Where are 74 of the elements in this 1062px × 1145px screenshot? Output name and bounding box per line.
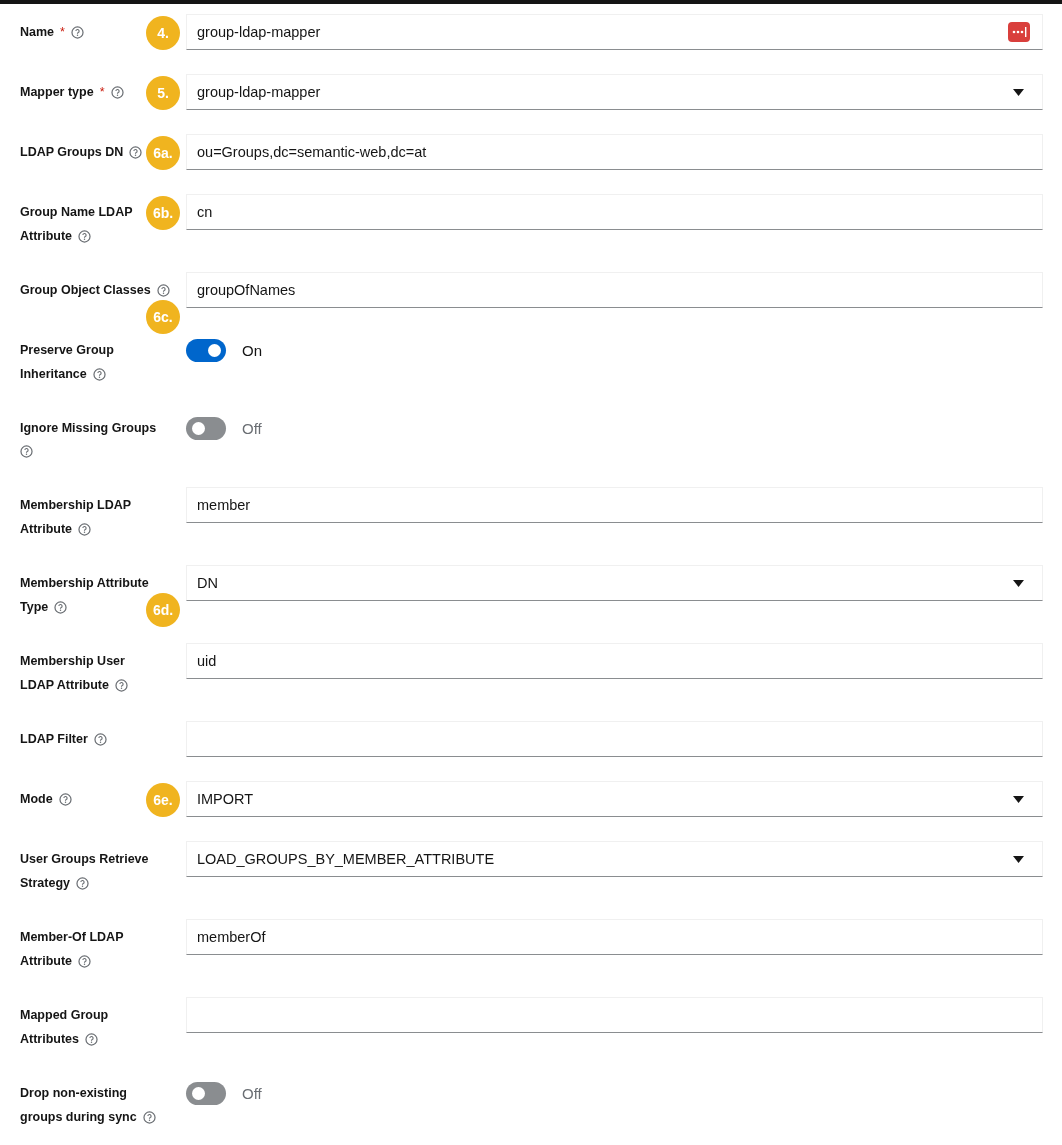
field-label: Mode	[20, 791, 53, 808]
help-icon[interactable]	[78, 522, 92, 536]
toggle-switch[interactable]	[186, 416, 226, 440]
field-label: LDAP Filter	[20, 731, 88, 748]
select-dropdown[interactable]: DN	[186, 565, 1043, 601]
step-badge: 6b.	[146, 196, 180, 230]
text-field[interactable]: group-ldap-mapper	[186, 14, 1043, 50]
select-dropdown[interactable]: group-ldap-mapper	[186, 74, 1043, 110]
required-mark: *	[60, 24, 65, 41]
field-label: User Groups Retrieve	[20, 851, 149, 868]
help-icon[interactable]	[156, 283, 170, 297]
field-label: Type	[20, 599, 49, 616]
field-label: Mapper type	[20, 84, 94, 101]
caret-icon	[1013, 579, 1024, 587]
help-icon[interactable]	[78, 954, 92, 968]
text-field[interactable]: groupOfNames	[186, 272, 1043, 308]
required-mark: *	[99, 84, 105, 101]
help-icon[interactable]	[54, 600, 68, 614]
step-badge: 6d.	[146, 593, 180, 627]
step-badge: 4.	[146, 16, 180, 50]
step-badge: 5.	[146, 76, 180, 110]
field-label: Name	[20, 24, 55, 41]
field-label: LDAP Attribute	[20, 677, 109, 694]
help-icon[interactable]	[110, 85, 124, 99]
caret-icon	[1013, 795, 1024, 803]
field-label: Group Name LDAP	[20, 204, 133, 221]
help-icon[interactable]	[114, 678, 128, 692]
field-label: Attribute	[20, 521, 73, 538]
field-label: Preserve Group	[20, 342, 114, 359]
toggle-state-label: On	[242, 341, 262, 359]
help-icon[interactable]	[142, 1110, 156, 1124]
select-dropdown[interactable]: LOAD_GROUPS_BY_MEMBER_ATTRIBUTE	[186, 841, 1043, 877]
text-field[interactable]: uid	[186, 643, 1043, 679]
text-field[interactable]: cn	[186, 194, 1043, 230]
toggle-switch[interactable]	[186, 1081, 226, 1105]
help-icon[interactable]	[58, 792, 72, 806]
help-icon[interactable]	[93, 732, 107, 746]
field-label: Attributes	[20, 1031, 80, 1048]
field-label: Membership Attribute	[20, 575, 149, 592]
help-icon[interactable]	[20, 445, 33, 458]
help-icon[interactable]	[129, 145, 143, 159]
text-field[interactable]	[186, 997, 1043, 1033]
help-icon[interactable]	[78, 229, 92, 243]
field-label: Attribute	[20, 228, 73, 245]
field-label: Membership User	[20, 653, 125, 670]
help-icon[interactable]	[76, 876, 90, 890]
field-label: Mapped Group	[20, 1007, 109, 1024]
help-icon[interactable]	[92, 367, 106, 381]
toggle-state-label: Off	[242, 1084, 262, 1102]
field-label: Drop non-existing	[20, 1085, 127, 1102]
caret-icon	[1013, 855, 1024, 863]
text-field[interactable]: member	[186, 487, 1043, 523]
toggle-state-label: Off	[242, 419, 262, 437]
field-label: Membership LDAP	[20, 497, 132, 514]
field-label: groups during sync	[20, 1109, 137, 1126]
text-field[interactable]	[186, 721, 1043, 757]
help-icon[interactable]	[70, 25, 84, 39]
field-label: LDAP Groups DN	[20, 144, 124, 161]
select-dropdown[interactable]: IMPORT	[186, 781, 1043, 817]
field-label: Group Object Classes	[20, 282, 151, 299]
field-label: Attribute	[20, 953, 73, 970]
toggle-switch[interactable]	[186, 338, 226, 362]
text-field[interactable]: memberOf	[186, 919, 1043, 955]
step-badge: 6e.	[146, 783, 180, 817]
step-badge: 6a.	[146, 136, 180, 170]
password-manager-icon[interactable]	[1008, 22, 1030, 42]
field-label: Ignore Missing Groups	[20, 420, 157, 437]
field-label: Inheritance	[20, 366, 87, 383]
caret-icon	[1013, 88, 1024, 96]
help-icon[interactable]	[85, 1032, 99, 1046]
text-field[interactable]: ou=Groups,dc=semantic-web,dc=at	[186, 134, 1043, 170]
field-label: Member-Of LDAP	[20, 929, 124, 946]
step-badge: 6c.	[146, 300, 180, 334]
field-label: Strategy	[20, 875, 71, 892]
